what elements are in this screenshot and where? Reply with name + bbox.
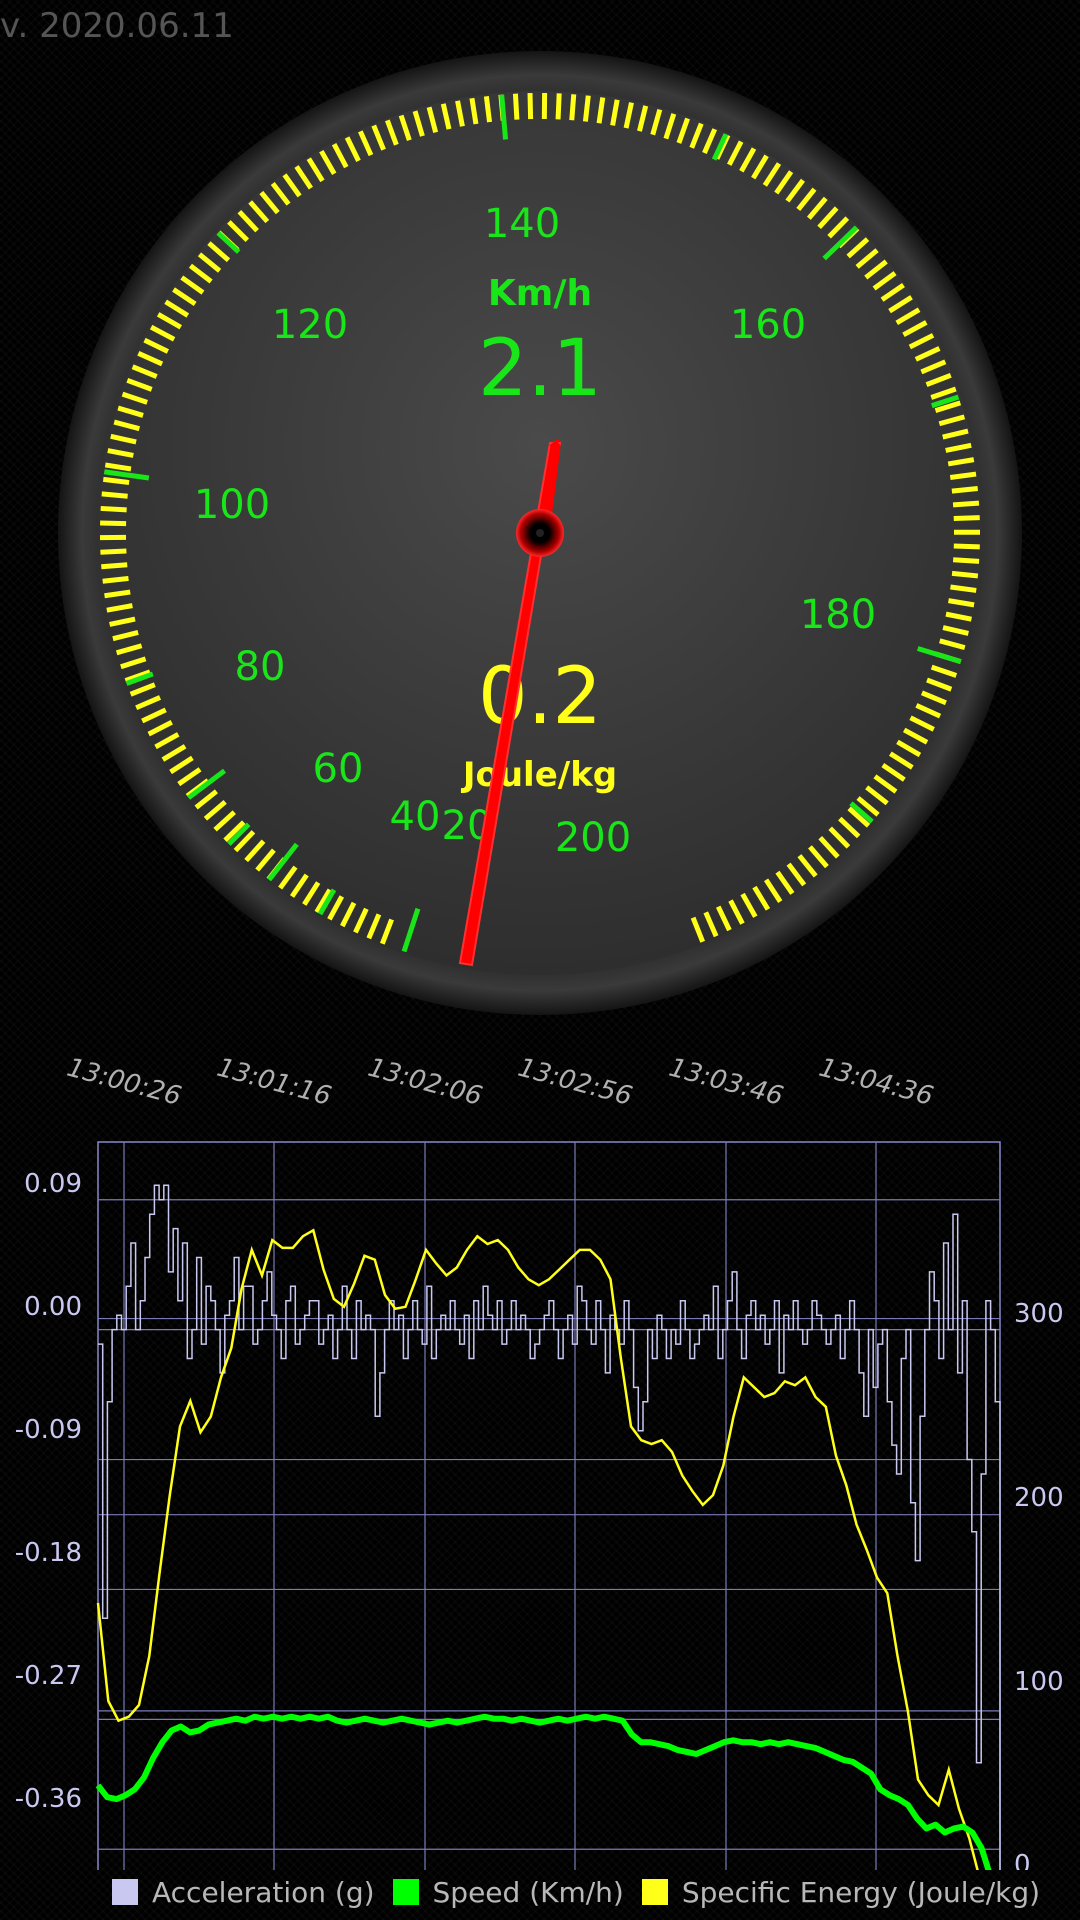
energy-unit: Joule/kg [461,755,617,795]
gauge-minor-tick [953,515,980,522]
y-right-tick: 100 [1014,1667,1064,1697]
speed-value: 2.1 [478,324,602,414]
gauge-minor-tick [101,562,128,570]
y-left-tick: -0.27 [15,1661,82,1691]
scale-label-180: 180 [800,592,876,638]
gauge-minor-tick [100,505,127,513]
energy-value: 0.2 [478,652,602,742]
gauge-minor-tick [555,93,562,120]
scale-label-200: 200 [555,815,631,861]
scale-label-120: 120 [272,302,348,348]
gauge-minor-tick [951,570,979,579]
legend-item-energy: Specific Energy (Joule/kg) [641,1875,1041,1909]
gauge-minor-tick [527,93,534,120]
legend-label: Acceleration (g) [152,1875,375,1909]
gauge-minor-tick [952,500,980,508]
y-right-tick: 0 [1014,1850,1031,1870]
x-tick-label: 13:01:16 [214,1053,335,1112]
gauge-minor-tick [569,94,577,121]
gauge-minor-tick [950,584,977,593]
gauge-minor-tick [102,575,129,584]
data-chart: 13:00:26 13:01:16 13:02:06 13:02:56 13:0… [15,1053,1064,1870]
gauge-minor-tick [949,471,977,481]
scale-label-100: 100 [194,482,270,528]
legend-swatch [641,1879,668,1905]
scale-label-140: 140 [484,201,560,247]
scale-label-40: 40 [390,794,441,840]
x-tick-label: 13:02:06 [365,1053,486,1112]
y-left-tick: 0.00 [24,1292,82,1322]
gauge-minor-tick [512,93,520,120]
chart-gridlines [98,1142,1000,1870]
gauge-hub-center [536,529,544,537]
gauge-minor-tick [582,95,591,122]
gauge-minor-tick [951,486,979,494]
y-left-tick: -0.18 [15,1538,82,1568]
legend-item-acceleration: Acceleration (g) [112,1876,375,1909]
x-tick-label: 13:00:26 [64,1053,185,1112]
y-right-tick: 300 [1014,1299,1064,1329]
y-left-tick: -0.36 [15,1784,82,1814]
right-axis-labels: 300 200 100 0 [1014,1299,1064,1870]
speedometer-gauge: 20 40 60 80 100 120 140 160 180 200 Km/h… [58,51,1022,1015]
y-left-tick: -0.09 [15,1415,82,1445]
x-axis-time-labels: 13:00:26 13:01:16 13:02:06 13:02:56 13:0… [64,1053,937,1112]
scale-label-80: 80 [235,644,286,690]
y-right-tick: 200 [1014,1483,1064,1513]
scale-label-160: 160 [730,302,806,348]
gauge-minor-tick [953,543,980,550]
gauge-minor-tick [483,95,493,123]
gauge-minor-tick [101,491,128,499]
gauge-minor-tick [100,520,127,527]
left-axis-labels: 0.09 0.00 -0.09 -0.18 -0.27 -0.36 [15,1169,82,1814]
y-left-tick: 0.09 [24,1169,82,1199]
legend-swatch [392,1879,419,1905]
scale-label-60: 60 [313,746,364,792]
series-energy-line [96,1228,979,1870]
gauge-minor-tick [100,548,127,555]
plot-frame [97,1141,1001,1870]
gauge-minor-tick [952,557,980,564]
chart-legend: Acceleration (g) Speed (Km/h) Specific E… [112,1872,1040,1912]
series-speed-line [95,1713,992,1870]
legend-label: Specific Energy (Joule/kg) [681,1875,1041,1909]
legend-item-speed: Speed (Km/h) [392,1875,624,1909]
speed-unit: Km/h [488,273,592,314]
x-tick-label: 13:02:56 [515,1053,636,1112]
x-tick-label: 13:03:46 [666,1053,787,1112]
gauge-minor-tick [102,476,130,486]
legend-swatch [112,1879,138,1905]
x-tick-label: 13:04:36 [816,1053,937,1112]
legend-label: Speed (Km/h) [432,1875,624,1909]
